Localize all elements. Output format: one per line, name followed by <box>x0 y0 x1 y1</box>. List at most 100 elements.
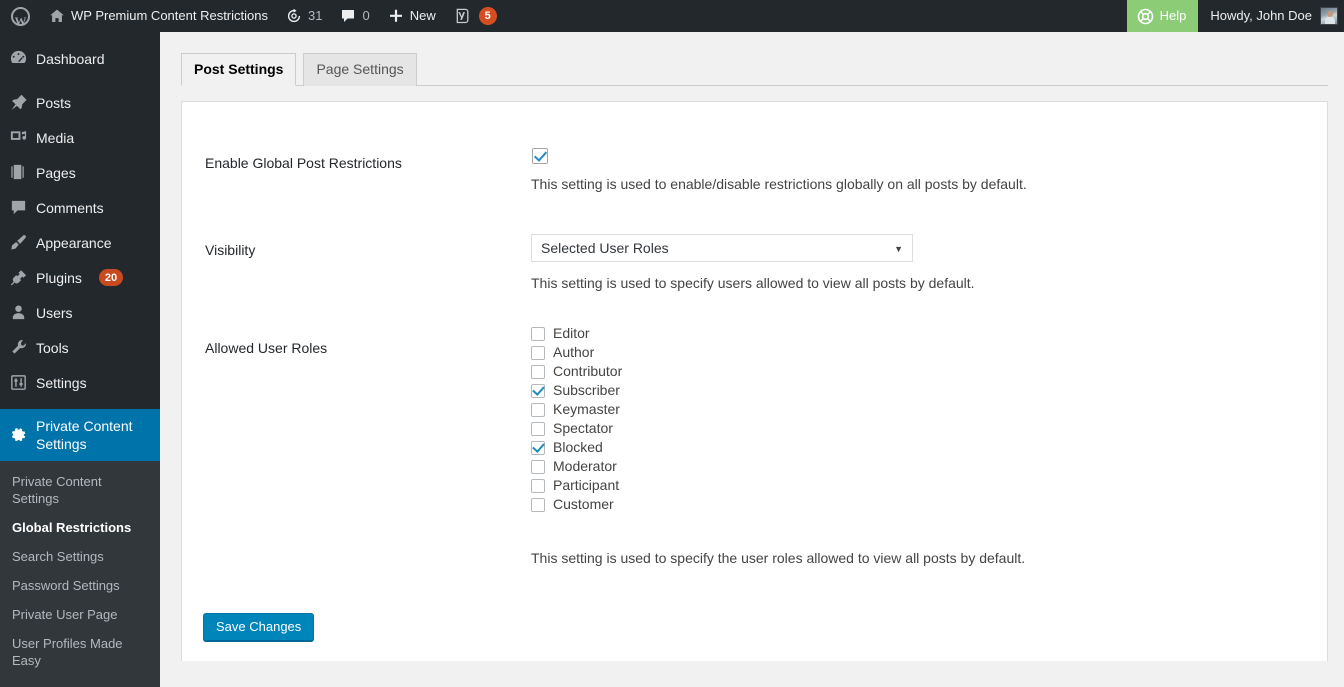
role-label: Author <box>553 344 595 360</box>
submenu-item-global-restrictions[interactable]: Global Restrictions <box>0 513 160 542</box>
allowed-roles-label: Allowed User Roles <box>205 340 328 356</box>
role-checkbox-participant[interactable] <box>531 478 545 493</box>
sidebar-item-label: Comments <box>36 199 104 216</box>
sidebar-item-plugins[interactable]: Plugins 20 <box>0 260 160 295</box>
submenu-item-private-content-settings[interactable]: Private Content Settings <box>0 467 160 513</box>
visibility-selected-value: Selected User Roles <box>541 240 669 256</box>
comments-count: 0 <box>362 8 370 23</box>
submenu-item-password-settings[interactable]: Password Settings <box>0 571 160 600</box>
tools-wrench-icon <box>0 338 36 357</box>
main-content: Post Settings Page Settings Enable Globa… <box>160 32 1344 661</box>
sidebar-item-dashboard[interactable]: Dashboard <box>0 41 160 76</box>
role-checkbox-moderator[interactable] <box>531 459 545 474</box>
enable-global-label: Enable Global Post Restrictions <box>205 155 402 171</box>
role-row[interactable]: Subscriber <box>531 381 622 400</box>
site-name-label: WP Premium Content Restrictions <box>71 8 268 23</box>
role-checkbox-spectator[interactable] <box>531 421 545 436</box>
pin-icon <box>0 93 36 112</box>
wordpress-logo-icon <box>11 5 30 37</box>
updates-icon <box>286 8 302 24</box>
settings-panel: Enable Global Post Restrictions This set… <box>181 101 1328 661</box>
wordpress-logo-menu[interactable] <box>0 0 40 37</box>
role-checkbox-author[interactable] <box>531 345 545 360</box>
help-button[interactable]: Help <box>1126 0 1199 32</box>
sidebar-item-users[interactable]: Users <box>0 295 160 330</box>
howdy-label: Howdy, John Doe <box>1210 8 1312 23</box>
comments-menu[interactable]: 0 <box>331 0 378 32</box>
settings-sliders-icon <box>0 373 36 392</box>
role-row[interactable]: Participant <box>531 476 622 495</box>
tab-label: Post Settings <box>194 61 284 77</box>
sidebar-item-comments[interactable]: Comments <box>0 190 160 225</box>
sidebar-item-posts[interactable]: Posts <box>0 85 160 120</box>
role-row[interactable]: Moderator <box>531 457 622 476</box>
sidebar-item-label: Settings <box>36 374 87 391</box>
role-row[interactable]: Customer <box>531 495 622 514</box>
sidebar-submenu: Private Content Settings Global Restrict… <box>0 461 160 687</box>
visibility-select[interactable]: Selected User Roles ▼ <box>531 234 913 262</box>
role-checkbox-blocked[interactable] <box>531 440 545 455</box>
role-row[interactable]: Editor <box>531 324 622 343</box>
submenu-item-label: Private Content Settings <box>12 474 102 506</box>
sidebar-item-label: Plugins <box>36 269 82 286</box>
sidebar-item-media[interactable]: Media <box>0 120 160 155</box>
role-row[interactable]: Keymaster <box>531 400 622 419</box>
new-content-label: New <box>409 8 436 23</box>
submenu-item-label: Password Settings <box>12 578 120 593</box>
role-row[interactable]: Spectator <box>531 419 622 438</box>
home-icon <box>49 8 65 24</box>
comment-icon <box>0 198 36 217</box>
role-checkbox-subscriber[interactable] <box>531 383 545 398</box>
role-label: Keymaster <box>553 401 620 417</box>
new-content-menu[interactable]: New <box>379 0 445 32</box>
role-checkbox-keymaster[interactable] <box>531 402 545 417</box>
save-changes-button[interactable]: Save Changes <box>203 613 315 641</box>
sidebar-item-appearance[interactable]: Appearance <box>0 225 160 260</box>
settings-tabs: Post Settings Page Settings <box>181 53 1328 86</box>
enable-global-description: This setting is used to enable/disable r… <box>531 176 1027 192</box>
tab-page-settings[interactable]: Page Settings <box>303 53 417 86</box>
submenu-item-label: Private User Page <box>12 607 118 622</box>
site-name-menu[interactable]: WP Premium Content Restrictions <box>40 0 277 32</box>
sidebar-item-label: Dashboard <box>36 50 105 67</box>
enable-global-checkbox[interactable] <box>532 148 548 164</box>
role-row[interactable]: Blocked <box>531 438 622 457</box>
plus-icon <box>388 8 404 24</box>
plugin-plug-icon <box>0 268 36 287</box>
sidebar-item-tools[interactable]: Tools <box>0 330 160 365</box>
media-icon <box>0 128 36 147</box>
seo-count-badge: 5 <box>478 7 497 25</box>
my-account-menu[interactable]: Howdy, John Doe <box>1198 0 1344 32</box>
updates-count: 31 <box>308 8 323 23</box>
role-label: Contributor <box>553 363 623 379</box>
seo-menu[interactable]: 5 <box>445 0 506 32</box>
role-row[interactable]: Author <box>531 343 622 362</box>
admin-bar-spacer <box>506 0 1127 32</box>
sidebar-separator-1 <box>0 76 160 85</box>
role-checkbox-editor[interactable] <box>531 326 545 341</box>
sidebar-item-label: Private Content Settings <box>36 418 133 452</box>
avatar <box>1320 7 1338 25</box>
tab-post-settings[interactable]: Post Settings <box>181 53 297 86</box>
sidebar-item-private-content-settings[interactable]: Private Content Settings <box>0 409 168 461</box>
gear-icon <box>0 425 36 445</box>
yoast-seo-icon <box>454 8 471 25</box>
sidebar-item-label: Pages <box>36 164 76 181</box>
sidebar-item-settings[interactable]: Settings <box>0 365 160 400</box>
updates-menu[interactable]: 31 <box>277 0 331 32</box>
admin-sidebar: Dashboard Posts Media Pages Comments App… <box>0 32 168 687</box>
role-label: Subscriber <box>553 382 620 398</box>
submenu-item-user-profiles-made-easy[interactable]: User Profiles Made Easy <box>0 629 160 675</box>
role-row[interactable]: Contributor <box>531 362 622 381</box>
submenu-item-private-user-page[interactable]: Private User Page <box>0 600 160 629</box>
sidebar-item-label: Users <box>36 304 73 321</box>
submenu-item-search-settings[interactable]: Search Settings <box>0 542 160 571</box>
sidebar-item-pages[interactable]: Pages <box>0 155 160 190</box>
sidebar-item-label: Tools <box>36 339 69 356</box>
role-checkbox-customer[interactable] <box>531 497 545 512</box>
help-label: Help <box>1159 8 1187 23</box>
role-checkbox-contributor[interactable] <box>531 364 545 379</box>
role-label: Editor <box>553 325 590 341</box>
role-label: Spectator <box>553 420 613 436</box>
role-label: Customer <box>553 496 614 512</box>
